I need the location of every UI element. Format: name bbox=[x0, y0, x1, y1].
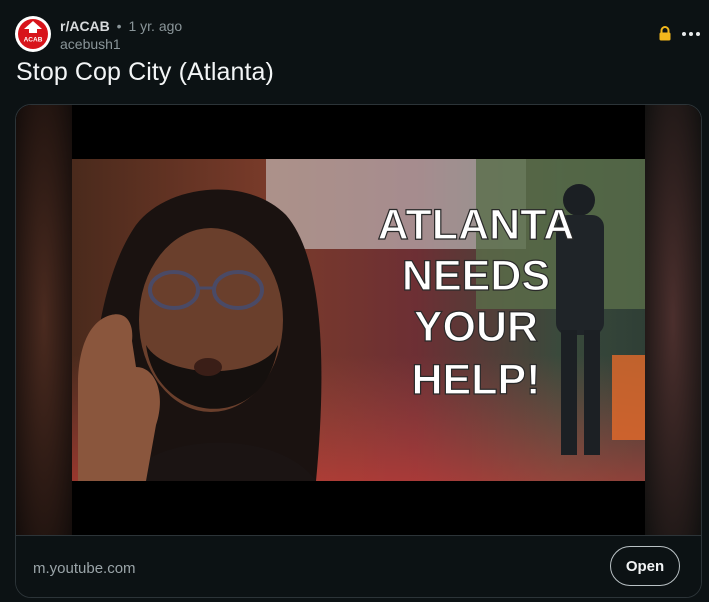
link-embed-card[interactable]: ATLANTA NEEDS YOUR HELP! m.youtube.com O… bbox=[15, 104, 702, 598]
post-meta: r/ACAB • 1 yr. ago bbox=[60, 18, 182, 34]
thumbnail-text-line-4: HELP! bbox=[412, 356, 541, 404]
post-age: 1 yr. ago bbox=[128, 18, 183, 34]
thumbnail-text-line-2: NEEDS bbox=[402, 252, 550, 300]
lock-icon bbox=[658, 26, 672, 46]
open-link-button[interactable]: Open bbox=[610, 546, 680, 586]
more-options-button[interactable] bbox=[679, 22, 703, 42]
embed-footer: m.youtube.com Open bbox=[16, 535, 701, 597]
subreddit-avatar[interactable]: ACAB bbox=[15, 16, 51, 52]
post-header: ACAB r/ACAB • 1 yr. ago acebush1 bbox=[15, 14, 700, 54]
acab-logo-icon: ACAB bbox=[16, 17, 50, 51]
post-author[interactable]: acebush1 bbox=[60, 36, 121, 52]
meta-separator: • bbox=[116, 18, 122, 34]
post-title[interactable]: Stop Cop City (Atlanta) bbox=[16, 58, 274, 87]
thumbnail-text-line-1: ATLANTA bbox=[378, 201, 575, 249]
thumbnail-text-line-3: YOUR bbox=[414, 303, 538, 351]
svg-text:ACAB: ACAB bbox=[24, 37, 43, 44]
link-domain[interactable]: m.youtube.com bbox=[33, 560, 136, 577]
video-thumbnail[interactable]: ATLANTA NEEDS YOUR HELP! bbox=[16, 105, 701, 535]
more-options-icon bbox=[681, 23, 702, 41]
subreddit-name[interactable]: r/ACAB bbox=[60, 18, 110, 34]
